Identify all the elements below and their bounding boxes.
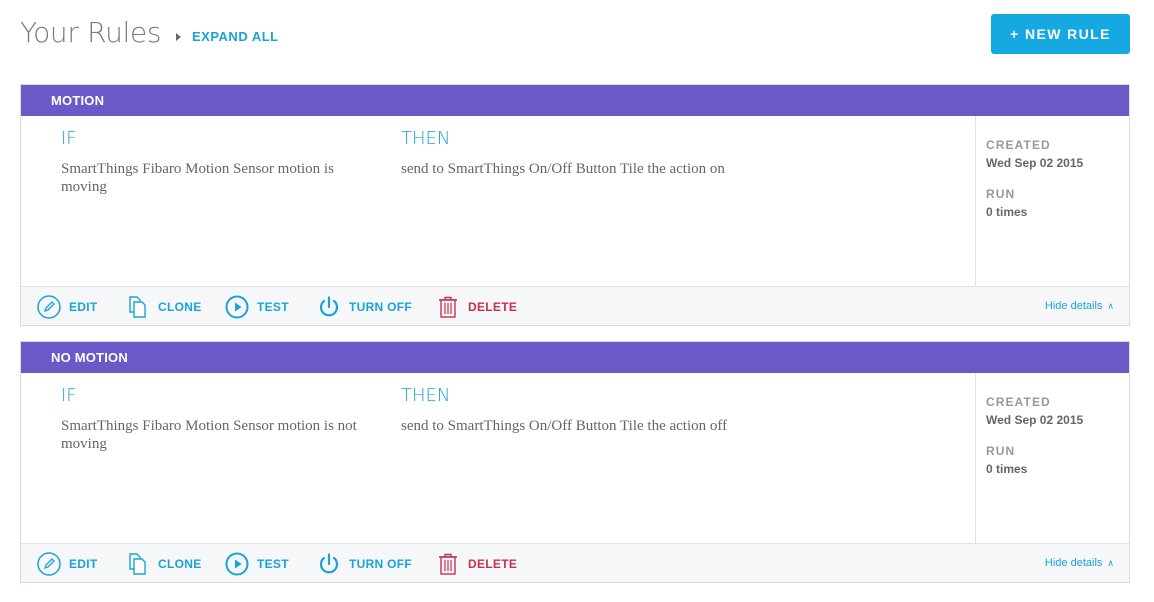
hide-details-label: Hide details bbox=[1044, 557, 1103, 569]
then-heading: THEN bbox=[401, 385, 451, 406]
caret-right-icon bbox=[176, 32, 181, 41]
new-rule-button[interactable]: + NEW RULE bbox=[991, 14, 1130, 54]
if-condition: SmartThings Fibaro Motion Sensor motion … bbox=[61, 161, 334, 195]
power-icon bbox=[319, 296, 339, 317]
rule-meta: CREATED Wed Sep 02 2015 RUN 0 times bbox=[975, 373, 1129, 543]
test-button[interactable]: TEST bbox=[225, 295, 289, 319]
rule-body: IF SmartThings Fibaro Motion Sensor moti… bbox=[21, 116, 1129, 286]
then-action: send to SmartThings On/Off Button Tile t… bbox=[401, 418, 728, 434]
turn-off-label: TURN OFF bbox=[349, 300, 413, 314]
expand-all-link[interactable]: EXPAND ALL bbox=[176, 29, 279, 44]
test-label: TEST bbox=[257, 300, 289, 314]
run-count: 0 times bbox=[986, 205, 1028, 219]
edit-button[interactable]: EDIT bbox=[37, 552, 98, 576]
created-label: CREATED bbox=[986, 138, 1051, 152]
created-date: Wed Sep 02 2015 bbox=[986, 413, 1084, 427]
delete-label: DELETE bbox=[468, 300, 518, 314]
clone-button[interactable]: CLONE bbox=[124, 552, 202, 576]
trash-icon bbox=[439, 553, 457, 575]
clone-label: CLONE bbox=[158, 300, 202, 314]
turn-off-label: TURN OFF bbox=[349, 557, 413, 571]
created-date: Wed Sep 02 2015 bbox=[986, 156, 1084, 170]
rule-body: IF SmartThings Fibaro Motion Sensor moti… bbox=[21, 373, 1129, 543]
pencil-icon bbox=[37, 552, 61, 576]
created-label: CREATED bbox=[986, 395, 1051, 409]
power-icon bbox=[319, 553, 339, 574]
play-icon bbox=[225, 552, 249, 576]
hide-details-link[interactable]: Hide details ∧ bbox=[1045, 557, 1114, 569]
hide-details-label: Hide details bbox=[1044, 300, 1103, 312]
edit-button[interactable]: EDIT bbox=[37, 295, 98, 319]
edit-label: EDIT bbox=[69, 557, 98, 571]
rule-actions: EDIT CLONE TEST TURN OFF DELETE Hide det… bbox=[21, 543, 1129, 582]
page-header: Your Rules EXPAND ALL + NEW RULE bbox=[0, 0, 1154, 80]
expand-all-label: EXPAND ALL bbox=[192, 29, 279, 44]
clone-button[interactable]: CLONE bbox=[124, 295, 202, 319]
clone-icon bbox=[129, 553, 146, 575]
then-section: THEN send to SmartThings On/Off Button T… bbox=[401, 128, 961, 178]
run-label: RUN bbox=[986, 444, 1016, 458]
then-section: THEN send to SmartThings On/Off Button T… bbox=[401, 385, 961, 435]
run-label: RUN bbox=[986, 187, 1016, 201]
turn-off-button[interactable]: TURN OFF bbox=[317, 552, 412, 576]
rule-actions: EDIT CLONE TEST TURN OFF DELETE Hide det… bbox=[21, 286, 1129, 325]
run-count: 0 times bbox=[986, 462, 1028, 476]
test-label: TEST bbox=[257, 557, 289, 571]
delete-label: DELETE bbox=[468, 557, 518, 571]
pencil-icon bbox=[37, 295, 61, 319]
rule-card: NO MOTION IF SmartThings Fibaro Motion S… bbox=[20, 341, 1130, 583]
rule-name[interactable]: NO MOTION bbox=[21, 342, 1129, 373]
if-section: IF SmartThings Fibaro Motion Sensor moti… bbox=[61, 128, 371, 196]
play-icon bbox=[225, 295, 249, 319]
then-heading: THEN bbox=[401, 128, 451, 149]
rule-name[interactable]: MOTION bbox=[21, 85, 1129, 116]
page-title: Your Rules bbox=[20, 16, 162, 49]
hide-details-link[interactable]: Hide details ∧ bbox=[1045, 300, 1114, 312]
rule-card: MOTION IF SmartThings Fibaro Motion Sens… bbox=[20, 84, 1130, 326]
if-section: IF SmartThings Fibaro Motion Sensor moti… bbox=[61, 385, 371, 453]
clone-label: CLONE bbox=[158, 557, 202, 571]
then-action: send to SmartThings On/Off Button Tile t… bbox=[401, 161, 725, 177]
chevron-up-icon: ∧ bbox=[1107, 300, 1114, 311]
delete-button[interactable]: DELETE bbox=[436, 552, 517, 576]
if-condition: SmartThings Fibaro Motion Sensor motion … bbox=[61, 418, 357, 452]
test-button[interactable]: TEST bbox=[225, 552, 289, 576]
if-heading: IF bbox=[61, 385, 77, 406]
turn-off-button[interactable]: TURN OFF bbox=[317, 295, 412, 319]
trash-icon bbox=[439, 296, 457, 318]
if-heading: IF bbox=[61, 128, 77, 149]
chevron-up-icon: ∧ bbox=[1107, 557, 1114, 568]
delete-button[interactable]: DELETE bbox=[436, 295, 517, 319]
edit-label: EDIT bbox=[69, 300, 98, 314]
clone-icon bbox=[129, 296, 146, 318]
rule-meta: CREATED Wed Sep 02 2015 RUN 0 times bbox=[975, 116, 1129, 286]
